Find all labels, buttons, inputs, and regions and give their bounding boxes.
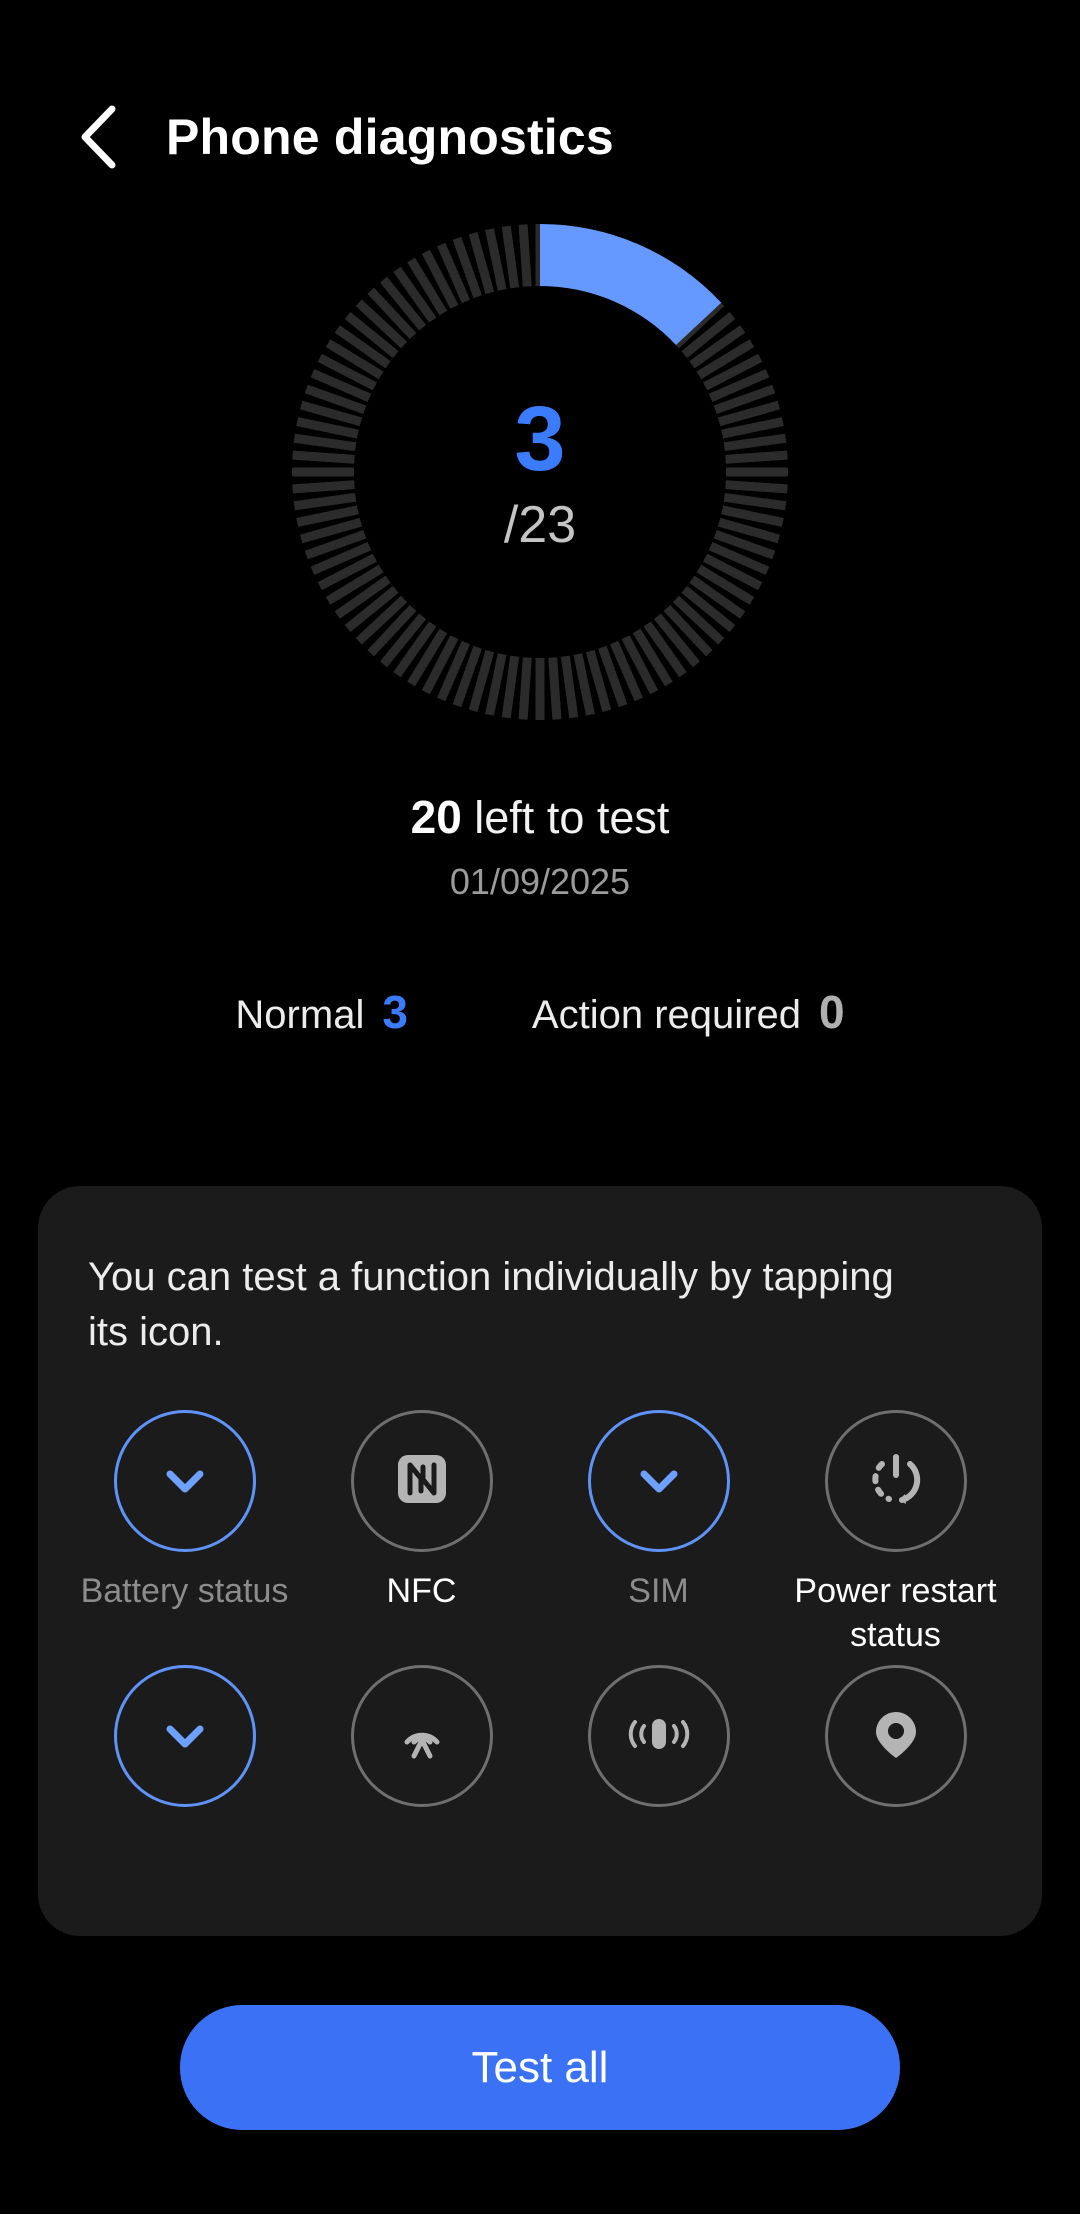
function-test-item[interactable] — [303, 1665, 540, 1825]
broadcast-icon — [390, 1702, 454, 1771]
function-test-item[interactable]: NFC — [303, 1410, 540, 1657]
function-icon-circle[interactable] — [113, 1665, 256, 1808]
power-restart-icon — [864, 1447, 928, 1516]
stat-normal-label: Normal — [235, 993, 365, 1037]
stats-row: Normal 3 Action required 0 — [0, 985, 1080, 1039]
function-icon-circle[interactable] — [824, 1665, 967, 1808]
function-test-item[interactable] — [66, 1665, 303, 1825]
stat-normal: Normal 3 — [235, 985, 408, 1039]
test-all-button[interactable]: Test all — [180, 2005, 900, 2130]
function-icon-circle[interactable] — [824, 1410, 967, 1553]
gauge-center-text: 3 /23 — [290, 222, 790, 722]
function-test-item[interactable]: Power restart status — [777, 1410, 1014, 1657]
stat-action-value: 0 — [818, 986, 845, 1038]
function-icon-circle[interactable] — [113, 1410, 256, 1553]
remaining-label: left to test — [461, 792, 670, 843]
function-test-item[interactable] — [777, 1665, 1014, 1825]
function-icon-grid: Battery status NFC SIM Power restart statu… — [38, 1410, 1042, 1825]
summary-block: 20 left to test 01/09/2025 — [0, 790, 1080, 903]
test-functions-card: You can test a function individually by … — [38, 1186, 1042, 1936]
nfc-icon — [390, 1447, 454, 1516]
gauge-total-count: /23 — [503, 496, 577, 554]
function-icon-circle[interactable] — [350, 1410, 493, 1553]
check-icon — [628, 1448, 690, 1515]
stat-action-required: Action required 0 — [532, 985, 845, 1039]
remaining-count: 20 — [410, 791, 462, 843]
function-test-item[interactable]: Battery status — [66, 1410, 303, 1657]
function-item-label: SIM — [628, 1572, 689, 1611]
gauge-tested-count: 3 — [514, 388, 566, 490]
check-icon — [154, 1448, 216, 1515]
last-test-date: 01/09/2025 — [449, 861, 631, 903]
function-item-label: Power restart status — [794, 1572, 997, 1654]
page-title: Phone diagnostics — [166, 109, 614, 165]
diagnostics-gauge: 3 /23 — [0, 222, 1080, 742]
app-header: Phone diagnostics — [0, 92, 1080, 182]
function-test-item[interactable] — [540, 1665, 777, 1825]
function-item-label: NFC — [386, 1572, 457, 1611]
vibration-icon — [624, 1702, 694, 1771]
location-pin-icon — [864, 1702, 928, 1771]
check-icon — [154, 1703, 216, 1770]
back-button[interactable] — [52, 91, 144, 183]
function-icon-circle[interactable] — [350, 1665, 493, 1808]
stat-action-label: Action required — [531, 993, 801, 1037]
card-description: You can test a function individually by … — [88, 1255, 894, 1355]
chevron-left-icon — [76, 104, 120, 170]
remaining-line: 20 left to test — [0, 790, 1080, 845]
function-item-label: Battery status — [80, 1572, 289, 1611]
function-icon-circle[interactable] — [587, 1665, 730, 1808]
function-icon-circle[interactable] — [587, 1410, 730, 1553]
function-test-item[interactable]: SIM — [540, 1410, 777, 1657]
stat-normal-value: 3 — [382, 986, 408, 1038]
